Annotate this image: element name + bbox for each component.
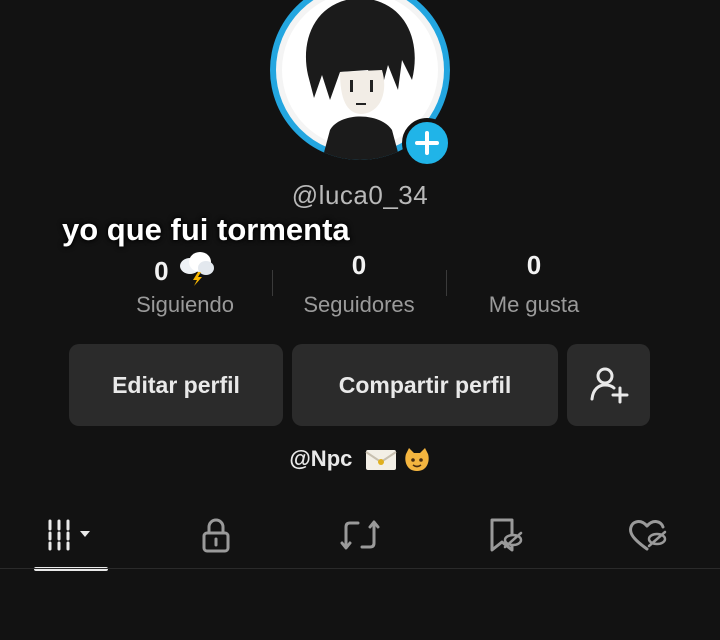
overlay-caption: yo que fui tormenta [62, 212, 350, 247]
lock-icon [202, 518, 230, 553]
bio-text: @Npc [289, 446, 353, 471]
heart-hidden-icon [629, 520, 667, 551]
stat-followers[interactable]: 0 Seguidores [274, 250, 444, 318]
stat-following[interactable]: 0 Siguiendo [100, 250, 270, 318]
stat-divider [272, 270, 273, 296]
following-count: 0 [100, 250, 270, 286]
storm-cloud-icon [179, 252, 214, 286]
add-avatar-button[interactable] [402, 118, 452, 168]
followers-label: Seguidores [303, 292, 415, 317]
username: @luca0_34 [291, 180, 429, 210]
envelope-emoji-icon [364, 450, 397, 471]
stat-likes[interactable]: 0 Me gusta [449, 250, 619, 318]
tab-reposts[interactable] [288, 505, 432, 565]
add-user-icon [590, 367, 628, 404]
stat-divider [446, 270, 447, 296]
share-profile-button[interactable]: Compartir perfil [292, 344, 558, 426]
bio: @Npc [0, 446, 720, 474]
repost-icon [340, 520, 380, 550]
cat-face-icon [404, 448, 429, 472]
following-label: Siguiendo [136, 292, 234, 317]
likes-count: 0 [526, 250, 542, 280]
likes-label: Me gusta [488, 292, 580, 317]
bookmark-hidden-icon [490, 518, 523, 552]
tab-liked[interactable] [576, 505, 720, 565]
edit-profile-button[interactable]: Editar perfil [69, 344, 283, 426]
add-friend-button[interactable] [567, 344, 650, 426]
tabs-divider [0, 568, 720, 569]
profile-tabs [0, 505, 720, 571]
grid-icon [48, 519, 90, 551]
followers-count: 0 [351, 250, 367, 280]
tab-favorites[interactable] [432, 505, 576, 565]
plus-icon [415, 131, 439, 155]
tab-videos[interactable] [0, 505, 144, 565]
tab-private[interactable] [144, 505, 288, 565]
